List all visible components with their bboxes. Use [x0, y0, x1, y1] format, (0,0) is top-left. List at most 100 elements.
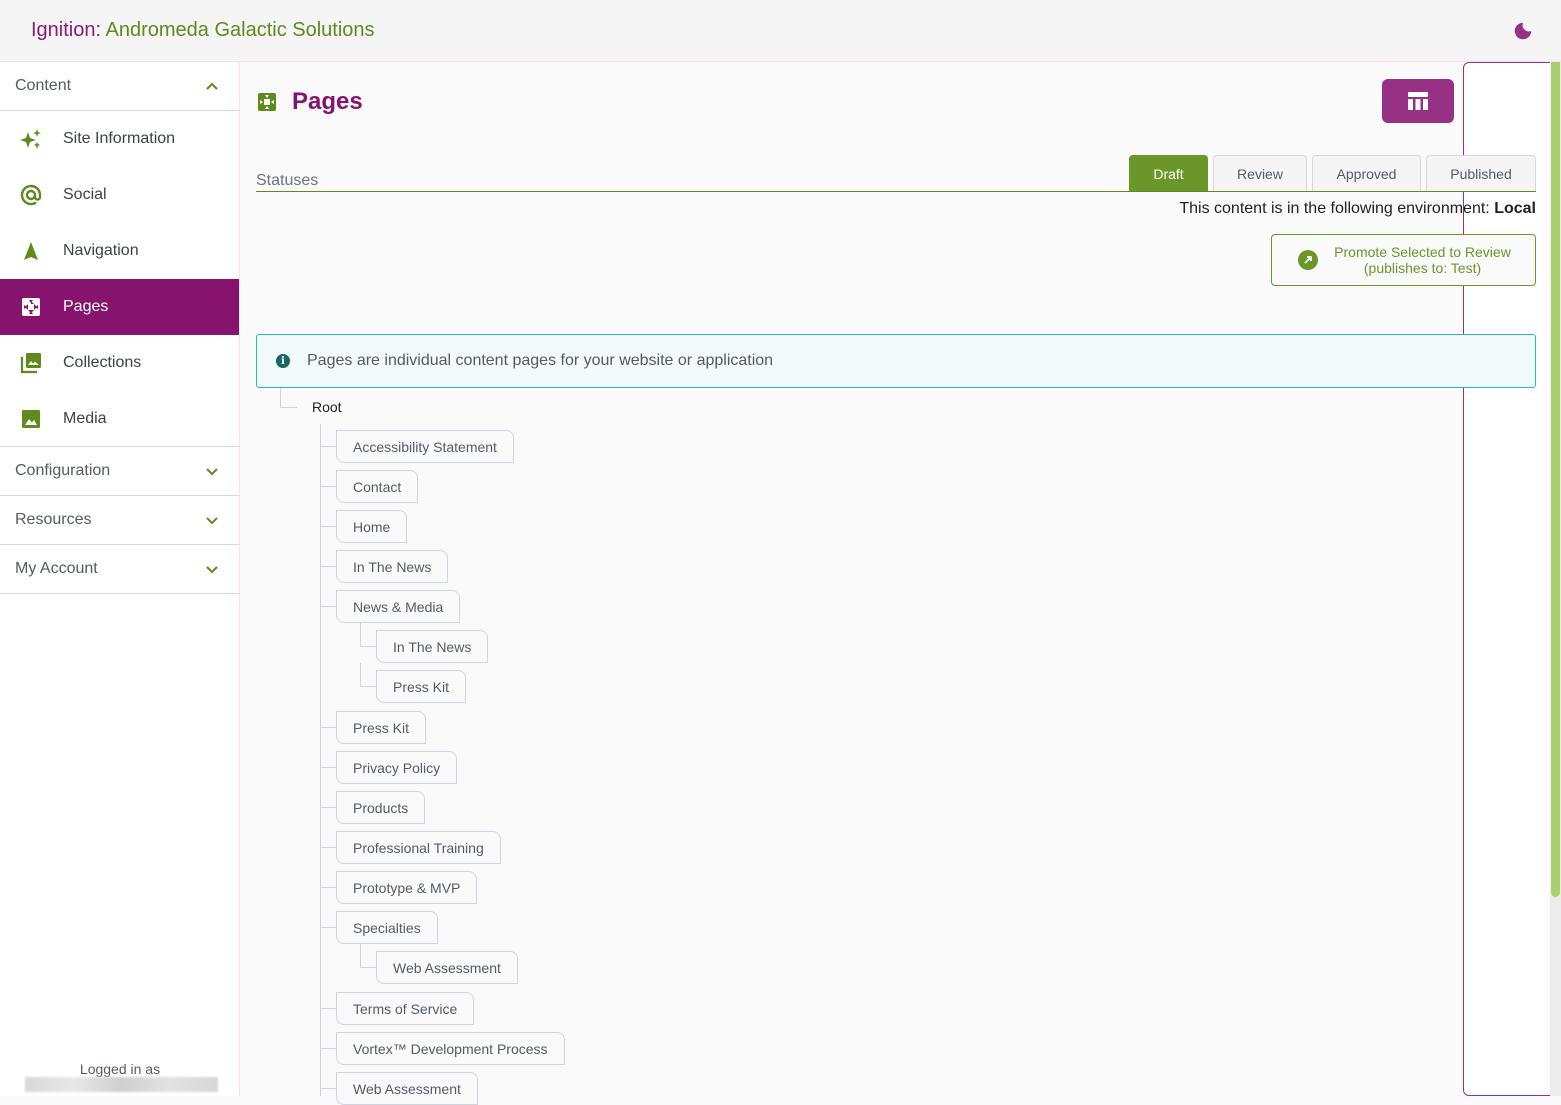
tree-connector	[320, 526, 336, 527]
tree-connector	[320, 847, 336, 848]
sidebar-section-label: Configuration	[15, 462, 111, 479]
tree-connector	[320, 727, 336, 728]
tree-connector	[320, 927, 336, 928]
chevron-down-icon	[206, 517, 218, 525]
tree-node[interactable]: In The News	[336, 550, 449, 583]
status-tabs: Draft Review Approved Published	[1129, 155, 1536, 191]
tree-connector	[320, 1048, 336, 1049]
table-icon	[1408, 92, 1428, 110]
table-view-button[interactable]	[1382, 79, 1454, 123]
tree-connector	[320, 606, 336, 607]
tree-connector	[360, 623, 361, 647]
tree-connector	[320, 446, 336, 447]
page-header: Pages	[257, 88, 363, 116]
sidebar-item-social[interactable]: Social	[0, 167, 239, 223]
sidebar-item-label: Navigation	[63, 242, 139, 259]
sidebar-item-label: Collections	[63, 354, 142, 371]
scrollbar[interactable]	[1550, 62, 1561, 1096]
tree-node[interactable]: Accessibility Statement	[336, 430, 514, 463]
app-brand: Ignition:	[31, 19, 102, 41]
sidebar-section-label: Resources	[15, 511, 92, 528]
statuses-bar: Statuses Draft Review Approved Published	[256, 155, 1536, 192]
moon-icon[interactable]	[1512, 20, 1534, 42]
tree-connector	[320, 807, 336, 808]
info-icon: i	[276, 354, 290, 368]
sidebar-section-label: My Account	[15, 560, 98, 577]
collections-icon	[20, 352, 42, 374]
info-text: Pages are individual content pages for y…	[307, 352, 774, 369]
tree-connector	[360, 967, 376, 968]
tab-published[interactable]: Published	[1426, 155, 1536, 191]
sidebar-section-content[interactable]: Content	[0, 62, 239, 111]
tree-connector	[320, 1088, 336, 1089]
sidebar-item-pages[interactable]: Pages	[0, 279, 239, 335]
scrollbar-thumb[interactable]	[1551, 62, 1560, 897]
tree-node[interactable]: Privacy Policy	[336, 751, 458, 784]
sidebar-section-configuration[interactable]: Configuration	[0, 447, 239, 496]
tree-connector	[280, 407, 297, 408]
logged-in-user-redacted	[25, 1077, 218, 1092]
sidebar-item-label: Site Information	[63, 130, 176, 147]
tree-node[interactable]: Web Assessment	[336, 1072, 478, 1105]
tree-node[interactable]: Home	[336, 510, 408, 543]
tree-connector	[360, 944, 361, 968]
tree-connector	[280, 388, 281, 408]
sidebar-item-label: Media	[63, 409, 107, 427]
pages-icon	[258, 93, 276, 111]
app-title: Ignition: Andromeda Galactic Solutions	[31, 19, 375, 42]
environment-value: Local	[1494, 200, 1536, 217]
tree-connector	[360, 686, 376, 687]
tree-root[interactable]: Root	[312, 399, 342, 415]
tree-node[interactable]: Prototype & MVP	[336, 871, 478, 904]
sidebar-item-media[interactable]: Media	[0, 391, 239, 447]
pages-icon	[20, 296, 42, 318]
statuses-label: Statuses	[256, 172, 319, 189]
at-sign-icon	[20, 184, 42, 206]
app-org-name: Andromeda Galactic Solutions	[105, 19, 375, 41]
sidebar-section-resources[interactable]: Resources	[0, 496, 239, 545]
sidebar-section-label: Content	[15, 77, 72, 94]
tree-node[interactable]: Contact	[336, 470, 419, 503]
tree-node[interactable]: Specialties	[336, 911, 438, 944]
top-bar: Ignition: Andromeda Galactic Solutions	[0, 0, 1561, 62]
tree-connector	[320, 486, 336, 487]
tree-node[interactable]: News & Media	[336, 590, 461, 623]
environment-notice: This content is in the following environ…	[1179, 200, 1536, 218]
sidebar: Content Site Information Social Navigati…	[0, 62, 240, 1096]
promote-button[interactable]: Promote Selected to Review (publishes to…	[1271, 234, 1536, 286]
sidebar-item-label: Social	[63, 186, 107, 203]
tree-node[interactable]: Press Kit	[376, 670, 467, 703]
sidebar-item-label: Pages	[63, 298, 109, 315]
sidebar-item-navigation[interactable]: Navigation	[0, 223, 239, 279]
sparkles-icon	[20, 128, 42, 150]
sidebar-item-site-information[interactable]: Site Information	[0, 111, 239, 167]
tree-connector	[320, 767, 336, 768]
tree-node[interactable]: Products	[336, 791, 426, 824]
promote-label-line2: (publishes to: Test)	[1363, 260, 1482, 276]
sidebar-section-my-account[interactable]: My Account	[0, 545, 239, 594]
promote-label-line1: Promote Selected to Review	[1334, 244, 1511, 260]
tree-connector	[320, 566, 336, 567]
chevron-down-icon	[206, 566, 218, 574]
tree-connector	[360, 646, 376, 647]
tree-node[interactable]: Press Kit	[336, 711, 427, 744]
environment-text: This content is in the following environ…	[1179, 200, 1490, 217]
tree-node[interactable]: In The News	[376, 630, 489, 663]
tree-node[interactable]: Terms of Service	[336, 992, 475, 1025]
navigation-arrow-icon	[20, 240, 42, 262]
sidebar-item-collections[interactable]: Collections	[0, 335, 239, 391]
tab-review[interactable]: Review	[1213, 155, 1307, 191]
tree-node[interactable]: Vortex™ Development Process	[336, 1032, 565, 1065]
tree-connector	[320, 1008, 336, 1009]
image-icon	[20, 408, 42, 430]
main-content: Pages Statuses Draft Review Approved Pub…	[240, 62, 1561, 1105]
tree-connector	[360, 663, 361, 687]
promote-label: Promote Selected to Review (publishes to…	[1318, 244, 1535, 276]
tree-node[interactable]: Web Assessment	[376, 951, 518, 984]
tab-draft[interactable]: Draft	[1129, 155, 1208, 191]
chevron-down-icon	[206, 468, 218, 476]
chevron-up-icon	[206, 82, 218, 90]
tree-node[interactable]: Professional Training	[336, 831, 501, 864]
tree-connector	[320, 887, 336, 888]
tab-approved[interactable]: Approved	[1312, 155, 1421, 191]
